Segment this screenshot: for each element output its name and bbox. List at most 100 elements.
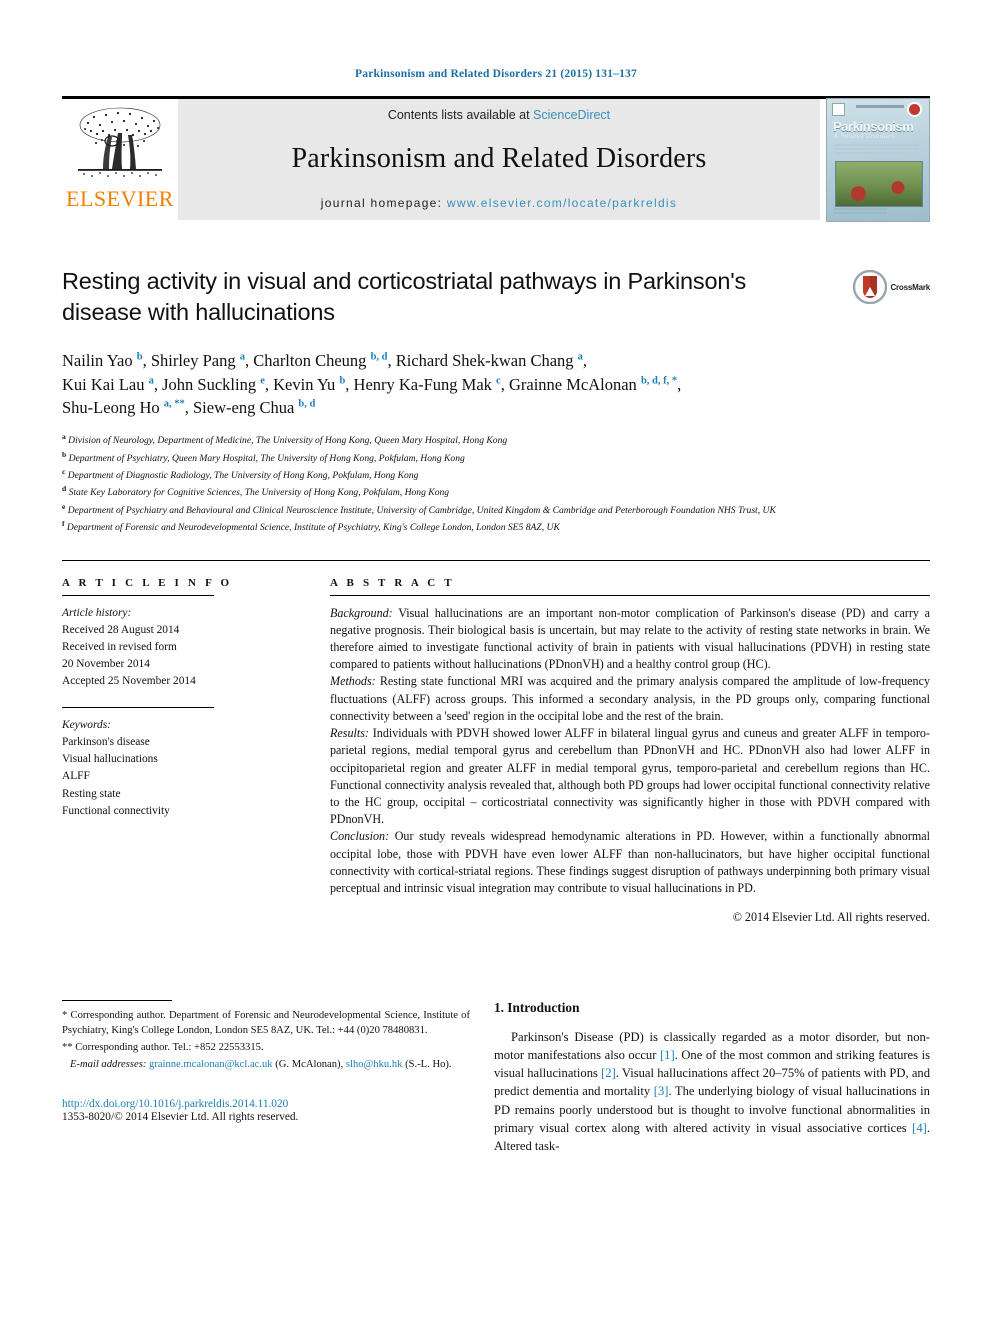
- crossmark-block: CrossMark: [834, 266, 930, 327]
- cover-masthead-text: [856, 104, 904, 108]
- affiliation-item: a Division of Neurology, Department of M…: [62, 432, 508, 447]
- abstract-text: Our study reveals widespread hemodynamic…: [330, 829, 930, 896]
- abstract-copyright: © 2014 Elsevier Ltd. All rights reserved…: [732, 910, 930, 925]
- elsevier-logo-block: ELSEVIER: [62, 99, 178, 220]
- email-owner-1: (G. McAlonan),: [272, 1059, 346, 1071]
- journal-band: Contents lists available at ScienceDirec…: [178, 99, 820, 220]
- journal-homepage-line: journal homepage: www.elsevier.com/locat…: [321, 196, 677, 210]
- article-history-item: 20 November 2014: [62, 657, 150, 670]
- abstract-divider: [330, 594, 930, 596]
- journal-cover-block: Parkinsonism & Related Disorders: [820, 97, 930, 222]
- doi-link[interactable]: http://dx.doi.org/10.1016/j.parkreldis.2…: [62, 1098, 470, 1110]
- introduction-heading: 1. Introduction: [494, 1000, 580, 1015]
- abstract-heading: A B S T R A C T: [330, 576, 455, 589]
- keyword-item: ALFF: [62, 770, 90, 783]
- abstract-lead: Results:: [330, 726, 369, 741]
- page-title: Resting activity in visual and corticost…: [62, 268, 747, 325]
- citation-ref[interactable]: [2]: [601, 1066, 616, 1080]
- journal-homepage-link[interactable]: www.elsevier.com/locate/parkreldis: [447, 196, 677, 210]
- article-history-block: Article history: Received 28 August 2014…: [62, 605, 308, 691]
- article-history-item: Accepted 25 November 2014: [62, 675, 196, 688]
- cover-header-icons: [832, 101, 924, 117]
- author-line-2: Kui Kai Lau a, John Suckling e, Kevin Yu…: [62, 374, 682, 394]
- cover-title: Parkinsonism: [833, 118, 914, 134]
- abstract-lead: Methods:: [330, 674, 376, 689]
- lower-columns: * Corresponding author. Department of Fo…: [62, 1000, 930, 1155]
- cover-footer-lines: [834, 207, 922, 217]
- journal-cover-thumbnail[interactable]: Parkinsonism & Related Disorders: [826, 97, 930, 222]
- keywords-label: Keywords:: [62, 719, 111, 732]
- abstract-text: Individuals with PDVH showed lower ALFF …: [330, 726, 930, 827]
- abstract-lead: Background:: [330, 605, 393, 620]
- contents-list-line: Contents lists available at ScienceDirec…: [388, 108, 610, 122]
- journal-title: Parkinsonism and Related Disorders: [291, 143, 707, 174]
- journal-masthead: ELSEVIER Contents lists available at Sci…: [62, 96, 930, 222]
- introduction-paragraph: Parkinson's Disease (PD) is classically …: [494, 1028, 930, 1155]
- crossmark-icon: [853, 270, 888, 304]
- running-head: Parkinsonism and Related Disorders 21 (2…: [355, 68, 637, 80]
- elsevier-wordmark: ELSEVIER: [66, 186, 174, 211]
- author-line-1: Nailin Yao b, Shirley Pang a, Charlton C…: [62, 351, 588, 371]
- keywords-divider: [62, 707, 214, 709]
- cover-photograph: [835, 160, 923, 207]
- affiliation-item: d State Key Laboratory for Cognitive Sci…: [62, 484, 450, 499]
- author-list: Nailin Yao b, Shirley Pang a, Charlton C…: [62, 349, 930, 419]
- homepage-prefix: journal homepage:: [320, 196, 447, 210]
- article-history-item: Received 28 August 2014: [62, 623, 180, 636]
- author-line-3: Shu-Leong Ho a, **, Siew-eng Chua b, d: [62, 397, 316, 417]
- abstract-column: A B S T R A C T Background: Visual hallu…: [330, 577, 930, 926]
- citation-ref[interactable]: [4]: [912, 1121, 927, 1135]
- footnote-rule: [62, 1000, 172, 1001]
- keyword-item: Functional connectivity: [62, 804, 170, 817]
- affiliation-item: e Department of Psychiatry and Behaviour…: [62, 501, 776, 517]
- keyword-item: Resting state: [62, 787, 121, 800]
- keyword-item: Parkinson's disease: [62, 736, 150, 749]
- contents-prefix: Contents lists available at: [387, 108, 534, 122]
- issn-copyright-line: 1353-8020/© 2014 Elsevier Ltd. All right…: [62, 1111, 299, 1124]
- abstract-paragraph: Results: Individuals with PDVH showed lo…: [330, 725, 930, 828]
- sciencedirect-link[interactable]: ScienceDirect: [533, 108, 610, 122]
- article-info-heading: A R T I C L E I N F O: [62, 576, 233, 589]
- cover-society-badge-icon: [907, 101, 922, 117]
- paper-page: Parkinsonism and Related Disorders 21 (2…: [0, 0, 992, 1323]
- publication-block: http://dx.doi.org/10.1016/j.parkreldis.2…: [62, 1098, 470, 1123]
- article-history-item: Received in revised form: [62, 640, 177, 653]
- abstract-paragraph: Conclusion: Our study reveals widespread…: [330, 828, 930, 897]
- affiliation-list: a Division of Neurology, Department of M…: [62, 431, 930, 535]
- corresponding-author-note-2: ** Corresponding author. Tel.: +852 2255…: [62, 1042, 264, 1054]
- info-abstract-section: A R T I C L E I N F O Article history: R…: [62, 559, 930, 926]
- email-addresses-note: E-mail addresses: grainne.mcalonan@kcl.a…: [62, 1057, 470, 1072]
- abstract-paragraph: Background: Visual hallucinations are an…: [330, 605, 930, 674]
- footnotes-column: * Corresponding author. Department of Fo…: [62, 1000, 494, 1155]
- citation-ref[interactable]: [3]: [654, 1084, 669, 1098]
- cover-publisher-icon: [832, 102, 845, 116]
- email-label: E-mail addresses:: [69, 1059, 147, 1071]
- email-link-1[interactable]: grainne.mcalonan@kcl.ac.uk: [149, 1059, 273, 1070]
- abstract-text: Visual hallucinations are an important n…: [330, 605, 930, 672]
- crossmark-badge[interactable]: CrossMark: [853, 270, 930, 304]
- citation-ref[interactable]: [1]: [660, 1048, 675, 1062]
- email-owner-2: (S.-L. Ho).: [402, 1059, 452, 1071]
- cover-subtitle: & Related Disorders: [834, 133, 896, 140]
- affiliation-item: b Department of Psychiatry, Queen Mary H…: [62, 449, 465, 464]
- article-info-column: A R T I C L E I N F O Article history: R…: [62, 577, 330, 926]
- title-row: Resting activity in visual and corticost…: [62, 266, 930, 327]
- cover-blurb-lines: [834, 143, 919, 156]
- elsevier-tree-icon: [78, 107, 162, 177]
- crossmark-label: CrossMark: [890, 282, 930, 292]
- title-block: Resting activity in visual and corticost…: [62, 266, 834, 327]
- abstract-body: Background: Visual hallucinations are an…: [330, 605, 930, 898]
- introduction-body: Parkinson's Disease (PD) is classically …: [494, 1028, 930, 1155]
- email-link-2[interactable]: slho@hku.hk: [346, 1059, 403, 1070]
- abstract-paragraph: Methods: Resting state functional MRI wa…: [330, 673, 930, 725]
- affiliation-item: f Department of Forensic and Neurodevelo…: [62, 519, 560, 534]
- article-info-divider: [62, 594, 214, 596]
- keywords-block: Keywords: Parkinson's disease Visual hal…: [62, 717, 308, 820]
- abstract-lead: Conclusion:: [330, 829, 390, 844]
- abstract-text: Resting state functional MRI was acquire…: [330, 674, 930, 723]
- affiliation-item: c Department of Diagnostic Radiology, Th…: [62, 467, 419, 482]
- article-history-label: Article history:: [62, 606, 132, 619]
- keyword-item: Visual hallucinations: [62, 753, 158, 766]
- introduction-column: 1. Introduction Parkinson's Disease (PD)…: [494, 1000, 930, 1155]
- corresponding-author-note-1: * Corresponding author. Department of Fo…: [62, 1010, 470, 1037]
